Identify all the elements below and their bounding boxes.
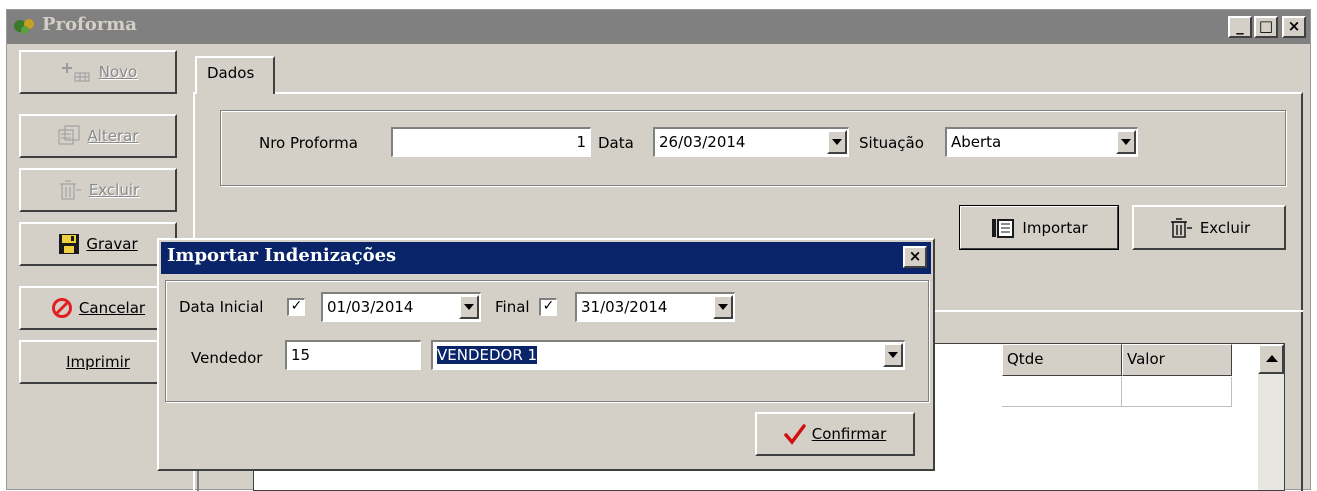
final-checkbox[interactable]: ✓ bbox=[539, 298, 557, 316]
novo-button[interactable]: Novo bbox=[19, 50, 177, 94]
final-label: Final bbox=[495, 298, 530, 316]
grid-cell[interactable] bbox=[1122, 377, 1232, 407]
final-value: 31/03/2014 bbox=[581, 298, 668, 316]
nro-proforma-field[interactable]: 1 bbox=[391, 127, 591, 157]
checkmark-icon bbox=[784, 424, 806, 445]
imprimir-button[interactable]: Imprimir bbox=[19, 340, 177, 384]
cancelar-label: Cancelar bbox=[78, 299, 146, 317]
alterar-button[interactable]: Alterar bbox=[19, 114, 177, 158]
importar-button[interactable]: Importar bbox=[959, 205, 1119, 250]
vendedor-name-select[interactable]: VENDEDOR 1 bbox=[431, 340, 905, 370]
nro-proforma-label: Nro Proforma bbox=[259, 134, 358, 152]
minimize-button[interactable]: _ bbox=[1228, 16, 1252, 38]
vendedor-name-value: VENDEDOR 1 bbox=[437, 346, 538, 364]
trash-icon bbox=[1170, 217, 1192, 238]
scroll-up-icon[interactable] bbox=[1258, 344, 1284, 374]
alterar-label: Alterar bbox=[87, 127, 139, 145]
data-value: 26/03/2014 bbox=[659, 133, 746, 151]
data-inicial-field[interactable]: 01/03/2014 bbox=[321, 292, 481, 322]
trash-icon bbox=[59, 180, 81, 200]
cancel-icon bbox=[51, 298, 72, 318]
final-field[interactable]: 31/03/2014 bbox=[575, 292, 735, 322]
data-inicial-value: 01/03/2014 bbox=[327, 298, 414, 316]
new-record-icon bbox=[61, 63, 90, 82]
chevron-down-icon[interactable] bbox=[459, 295, 479, 319]
data-label: Data bbox=[598, 134, 634, 152]
gravar-label: Gravar bbox=[86, 235, 138, 253]
chevron-down-icon[interactable] bbox=[883, 343, 903, 367]
data-field[interactable]: 26/03/2014 bbox=[653, 127, 849, 157]
floppy-disk-icon bbox=[59, 234, 80, 254]
excluir-side-label: Excluir bbox=[88, 181, 140, 199]
edit-record-icon bbox=[58, 125, 80, 145]
close-button[interactable]: × bbox=[1282, 16, 1306, 38]
column-header-qtde[interactable]: Qtde bbox=[1002, 344, 1122, 376]
vendedor-label: Vendedor bbox=[191, 349, 263, 367]
data-inicial-checkbox[interactable]: ✓ bbox=[287, 298, 305, 316]
vertical-scrollbar[interactable] bbox=[1258, 344, 1284, 490]
gravar-button[interactable]: Gravar bbox=[19, 222, 177, 266]
excluir-side-button[interactable]: Excluir bbox=[19, 168, 177, 212]
importar-label: Importar bbox=[1022, 218, 1088, 237]
importar-dialog: Importar Indenizações × Data Inicial ✓ 0… bbox=[157, 238, 935, 471]
import-document-icon bbox=[992, 218, 1015, 238]
situacao-label: Situação bbox=[859, 134, 924, 152]
column-header-valor[interactable]: Valor bbox=[1122, 344, 1232, 376]
dialog-title: Importar Indenizações bbox=[167, 245, 397, 266]
chevron-down-icon[interactable] bbox=[713, 295, 733, 319]
window-title: Proforma bbox=[42, 14, 137, 35]
tab-dados[interactable]: Dados bbox=[195, 56, 275, 94]
confirmar-button[interactable]: Confirmar bbox=[755, 412, 915, 456]
situacao-value: Aberta bbox=[951, 133, 1002, 151]
app-icon bbox=[14, 19, 34, 34]
vendedor-code-field[interactable]: 15 bbox=[285, 340, 421, 370]
novo-label: Novo bbox=[98, 63, 138, 81]
imprimir-label: Imprimir bbox=[66, 353, 130, 371]
cancelar-button[interactable]: Cancelar bbox=[19, 286, 177, 330]
excluir-button[interactable]: Excluir bbox=[1132, 205, 1286, 250]
maximize-button[interactable]: □ bbox=[1254, 16, 1278, 38]
data-inicial-label: Data Inicial bbox=[179, 298, 264, 316]
confirmar-label: Confirmar bbox=[811, 425, 887, 443]
situacao-select[interactable]: Aberta bbox=[945, 127, 1138, 157]
chevron-down-icon[interactable] bbox=[827, 130, 847, 154]
grid-cell[interactable] bbox=[1002, 377, 1122, 407]
chevron-down-icon[interactable] bbox=[1116, 130, 1136, 154]
dialog-close-button[interactable]: × bbox=[903, 246, 927, 268]
title-bar[interactable]: Proforma _ □ × bbox=[7, 10, 1310, 44]
excluir-label: Excluir bbox=[1199, 218, 1251, 237]
dialog-title-bar[interactable]: Importar Indenizações × bbox=[161, 242, 931, 274]
